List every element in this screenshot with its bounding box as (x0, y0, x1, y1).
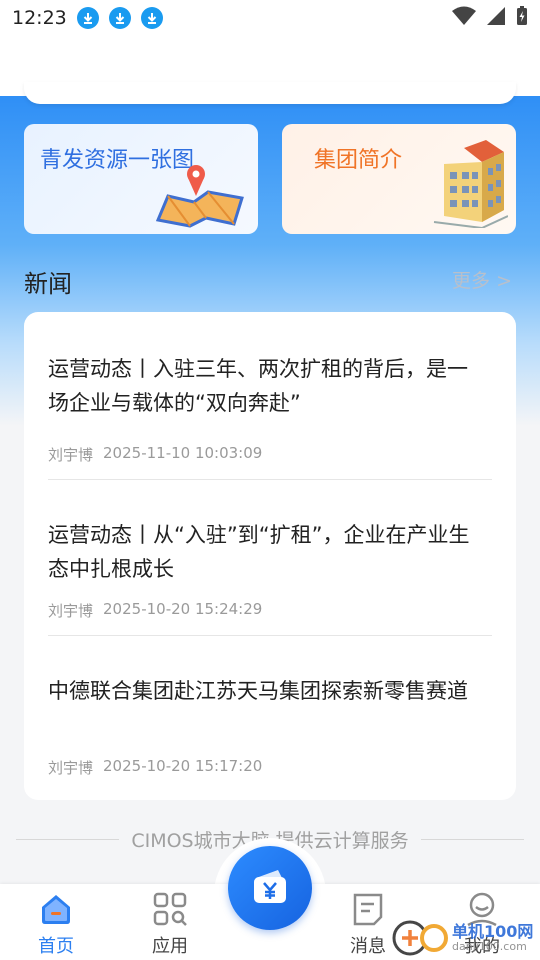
group-intro-card[interactable]: 集团简介 (282, 124, 516, 234)
home-icon (37, 890, 75, 928)
news-meta: 刘宇博 2025-10-20 15:17:20 (48, 757, 262, 778)
news-time: 2025-10-20 15:24:29 (103, 600, 263, 618)
download-icon (140, 7, 163, 29)
tab-label: 首页 (38, 936, 74, 957)
news-time: 2025-11-10 10:03:09 (103, 444, 263, 462)
tab-label: 应用 (152, 936, 188, 957)
watermark-logo: 单机100网 danji100.com (390, 918, 533, 958)
tab-label: 消息 (350, 936, 386, 957)
news-section-title: 新闻 (24, 270, 72, 298)
download-icon (108, 7, 131, 29)
news-list: 运营动态丨入驻三年、两次扩租的背后，是一场企业与载体的“双向奔赴” 刘宇博 20… (24, 312, 516, 800)
wifi-icon (452, 6, 476, 30)
news-title: 中德联合集团赴江苏天马集团探索新零售赛道 (48, 679, 468, 703)
status-bar: 12:23 (0, 0, 540, 36)
status-time: 12:23 (12, 7, 67, 29)
download-icon (76, 7, 99, 29)
tab-apps[interactable]: 应用 (120, 884, 220, 960)
news-time: 2025-10-20 15:17:20 (103, 757, 263, 775)
news-item[interactable]: 运营动态丨从“入驻”到“扩租”，企业在产业生态中扎根成长 刘宇博 2025-10… (48, 480, 492, 636)
map-pin-icon (150, 158, 250, 232)
divider (16, 838, 120, 840)
divider (420, 838, 525, 840)
message-icon (349, 890, 387, 928)
battery-icon (516, 6, 528, 30)
resource-map-card[interactable]: 青发资源一张图 (24, 124, 258, 234)
building-icon (424, 136, 509, 232)
watermark-icon (392, 920, 448, 956)
news-title: 运营动态丨从“入驻”到“扩租”，企业在产业生态中扎根成长 (48, 523, 470, 581)
wallet-yuan-icon (248, 864, 292, 912)
news-meta: 刘宇博 2025-10-20 15:24:29 (48, 600, 262, 621)
more-news-link[interactable]: 更多 > (452, 266, 512, 293)
news-author: 刘宇博 (48, 759, 94, 777)
search-box[interactable] (24, 82, 516, 104)
news-meta: 刘宇博 2025-11-10 10:03:09 (48, 444, 262, 465)
news-item[interactable]: 中德联合集团赴江苏天马集团探索新零售赛道 刘宇博 2025-10-20 15:1… (48, 636, 492, 792)
signal-icon (486, 6, 506, 30)
news-item[interactable]: 运营动态丨入驻三年、两次扩租的背后，是一场企业与载体的“双向奔赴” 刘宇博 20… (48, 312, 492, 480)
news-author: 刘宇博 (48, 602, 94, 620)
watermark-subtext: danji100.com (452, 939, 527, 953)
watermark-text: 单机100网 (452, 921, 534, 941)
center-wallet-button[interactable] (228, 846, 312, 930)
apps-grid-icon (151, 890, 189, 928)
news-title: 运营动态丨入驻三年、两次扩租的背后，是一场企业与载体的“双向奔赴” (48, 357, 468, 415)
news-author: 刘宇博 (48, 446, 94, 464)
tab-home[interactable]: 首页 (6, 884, 106, 960)
card-title: 集团简介 (314, 148, 403, 173)
